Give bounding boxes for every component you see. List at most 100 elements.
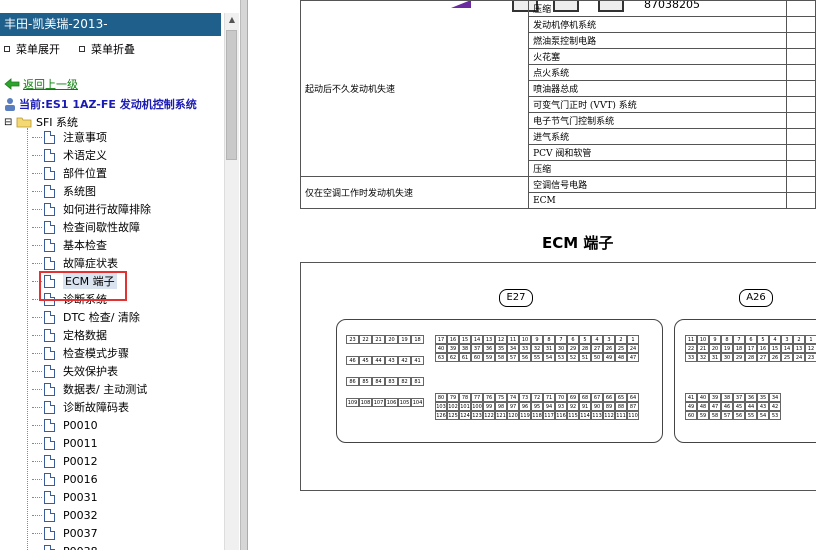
- connector-pin: 59: [697, 411, 709, 420]
- connector-pin: 25: [615, 344, 627, 353]
- person-icon: [5, 98, 15, 111]
- cause-cell: 燃油泵控制电路: [528, 32, 788, 49]
- connector-pin: 112: [603, 411, 615, 420]
- connector-pin: 71: [543, 393, 555, 402]
- connector-pin: 66: [603, 393, 615, 402]
- panel-splitter[interactable]: [240, 0, 248, 550]
- tree-dot: [32, 442, 42, 444]
- tree-dot: [32, 532, 42, 534]
- connector-pin: 51: [579, 353, 591, 362]
- connector-pin: 114: [579, 411, 591, 420]
- connector-pin: 30: [721, 353, 733, 362]
- tree-item[interactable]: P0037: [32, 524, 98, 542]
- back-link[interactable]: 返回上一级: [4, 76, 78, 92]
- symptom-cell: 起动后不久发动机失速: [299, 0, 530, 177]
- connector-pin: 42: [398, 356, 411, 365]
- cause-cell: PCV 阀和软管: [528, 144, 788, 161]
- tree-item[interactable]: 如何进行故障排除: [32, 200, 151, 218]
- connector-pin: 96: [519, 402, 531, 411]
- tree-item-label: 失效保护表: [63, 365, 118, 378]
- cause-cell: 电子节气门控制系统: [528, 112, 788, 129]
- connector-pin: 22: [685, 344, 697, 353]
- connector-pin: 101: [459, 402, 471, 411]
- connector-pin: 34: [769, 393, 781, 402]
- connector-pin: 79: [447, 393, 459, 402]
- tree-item[interactable]: 检查间歇性故障: [32, 218, 140, 236]
- tree-item[interactable]: P0031: [32, 488, 98, 506]
- connector-pin: 113: [591, 411, 603, 420]
- connector-pin: 44: [372, 356, 385, 365]
- left-scrollbar[interactable]: ▲: [224, 13, 239, 550]
- document-icon: [44, 256, 55, 270]
- document-icon: [44, 418, 55, 432]
- tree-item[interactable]: 定格数据: [32, 326, 107, 344]
- document-icon: [44, 346, 55, 360]
- document-icon: [44, 382, 55, 396]
- panel-title: 丰田-凯美瑞-2013-: [0, 13, 221, 36]
- expand-menu-button[interactable]: 菜单展开: [4, 41, 60, 57]
- scroll-up-icon[interactable]: ▲: [225, 13, 239, 27]
- pin-block-e27-bottom: 80 79 78 77 76 75 74 73 72 71 70 69 68 67 66 65 64 103 102…: [435, 393, 639, 420]
- pin-block-e27-top: 17 16 15 14 13 12 11 10 9 8 7 6 5 4 3 2 1 40 39 38 37 36 35 34 3…: [435, 335, 639, 362]
- tree-item[interactable]: P0010: [32, 416, 98, 434]
- cause-cell: 可变气门正时 (VVT) 系统: [528, 96, 788, 113]
- document-icon: [44, 508, 55, 522]
- connector-pin: 60: [685, 411, 697, 420]
- connector-pin: 46: [721, 402, 733, 411]
- connector-pin: 9: [709, 335, 721, 344]
- connector-pin: 89: [603, 402, 615, 411]
- tree-item[interactable]: 注意事项: [32, 128, 107, 146]
- scroll-thumb[interactable]: [226, 30, 237, 160]
- tree-item-label: P0037: [63, 526, 98, 540]
- tree-item[interactable]: 检查模式步骤: [32, 344, 129, 362]
- section-title: ECM 端子: [542, 234, 614, 252]
- pin-block-a26-top: 11 10 9 8 7 6 5 4 3 2 1 22 21 20 19 18 17 16 15 14 13 12 33 32 3…: [685, 335, 816, 362]
- connector-pin: 43: [385, 356, 398, 365]
- pin-block-e27-left: 23 22 21 20 19 18 46 45 44 43 42 41 86 85 84 83 82 81 109 1…: [346, 335, 424, 407]
- connector-pin: 88: [615, 402, 627, 411]
- connector-pin: 56: [733, 411, 745, 420]
- cause-cell: 压缩: [528, 160, 788, 177]
- tree-item[interactable]: 部件位置: [32, 164, 107, 182]
- tree-item[interactable]: P0011: [32, 434, 98, 452]
- connector-label-a26: A26: [739, 289, 773, 307]
- tree-item[interactable]: 数据表/ 主动测试: [32, 380, 147, 398]
- tree-item[interactable]: 故障症状表: [32, 254, 118, 272]
- connector-pin: 10: [697, 335, 709, 344]
- tree-item[interactable]: 诊断故障码表: [32, 398, 129, 416]
- connector-pin: 27: [757, 353, 769, 362]
- connector-pin: 1: [805, 335, 816, 344]
- connector-pin: 32: [697, 353, 709, 362]
- connector-pin: 124: [459, 411, 471, 420]
- connector-pin: 2: [615, 335, 627, 344]
- tree-item[interactable]: P0016: [32, 470, 98, 488]
- tree-item[interactable]: P0032: [32, 506, 98, 524]
- ecm-connector-diagram: E27 A26 23 22 21 20 19 18 46 45 44 43 42 41 86 85 84 83…: [300, 262, 816, 491]
- connector-pin: 39: [709, 393, 721, 402]
- connector-pin: 55: [745, 411, 757, 420]
- connector-pin: 61: [459, 353, 471, 362]
- tree-item[interactable]: 术语定义: [32, 146, 107, 164]
- document-icon: [44, 472, 55, 486]
- tree-item[interactable]: 基本检查: [32, 236, 107, 254]
- tree-item-label: 诊断故障码表: [63, 401, 129, 414]
- connector-pin: 3: [603, 335, 615, 344]
- connector-pin: 58: [495, 353, 507, 362]
- document-icon: [44, 220, 55, 234]
- connector-pin: 49: [603, 353, 615, 362]
- connector-pin: 57: [507, 353, 519, 362]
- tree-item[interactable]: P0012: [32, 452, 98, 470]
- tree-item[interactable]: P0038: [32, 542, 98, 550]
- tree-item-label: 检查间歇性故障: [63, 221, 140, 234]
- tree-dot: [32, 406, 42, 408]
- tree-item[interactable]: DTC 检查/ 清除: [32, 308, 140, 326]
- tree-item[interactable]: 失效保护表: [32, 362, 118, 380]
- connector-pin: 41: [685, 393, 697, 402]
- collapse-menu-button[interactable]: 菜单折叠: [79, 41, 135, 57]
- tree-item[interactable]: 系统图: [32, 182, 96, 200]
- connector-pin: 24: [627, 344, 639, 353]
- connector-pin: 87: [627, 402, 639, 411]
- connector-pin: 62: [447, 353, 459, 362]
- connector-pin: 38: [459, 344, 471, 353]
- connector-pin: 68: [579, 393, 591, 402]
